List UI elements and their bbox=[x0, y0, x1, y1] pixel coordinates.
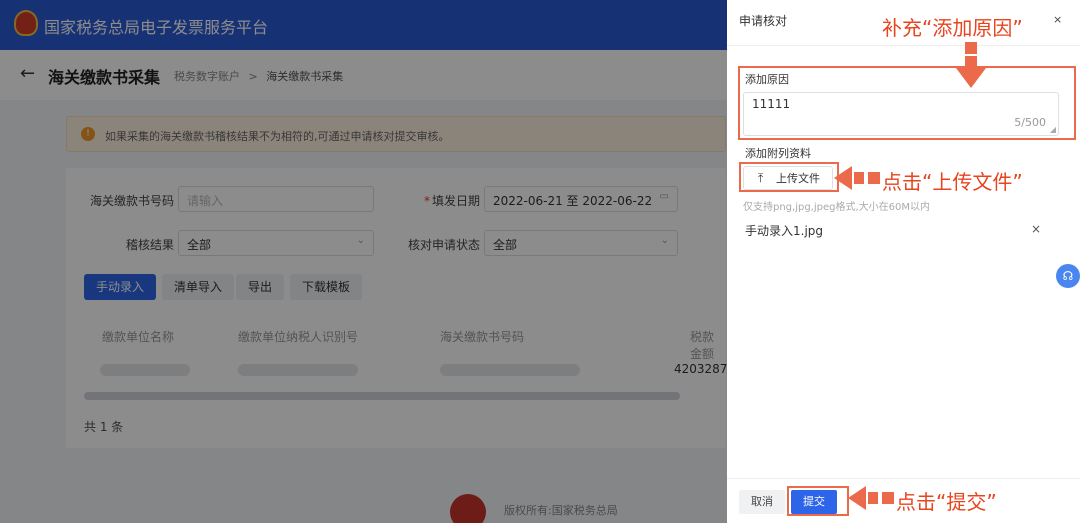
headset-support-icon[interactable]: ☊ bbox=[1056, 264, 1080, 288]
highlight-reason-box bbox=[738, 66, 1076, 140]
close-icon[interactable]: × bbox=[1053, 13, 1062, 26]
cancel-button[interactable]: 取消 bbox=[739, 490, 785, 514]
uploaded-file-name[interactable]: 手动录入1.jpg bbox=[745, 222, 823, 239]
attachment-label: 添加附列资料 bbox=[745, 147, 811, 160]
annotation-submit: 点击“提交” bbox=[896, 490, 997, 514]
upload-hint: 仅支持png,jpg,jpeg格式,大小在60M以内 bbox=[743, 202, 931, 213]
highlight-upload-button bbox=[739, 162, 839, 192]
annotation-arrow-left-icon bbox=[834, 166, 880, 190]
remove-file-icon[interactable]: × bbox=[1031, 222, 1041, 236]
annotation-arrow-shaft bbox=[965, 42, 977, 54]
annotation-add-reason: 补充“添加原因” bbox=[882, 16, 1023, 40]
annotation-upload: 点击“上传文件” bbox=[882, 170, 1023, 194]
divider bbox=[727, 45, 1080, 46]
drawer-title: 申请核对 bbox=[739, 14, 788, 28]
annotation-arrow-left-icon bbox=[848, 486, 894, 510]
highlight-submit-button bbox=[787, 486, 849, 516]
